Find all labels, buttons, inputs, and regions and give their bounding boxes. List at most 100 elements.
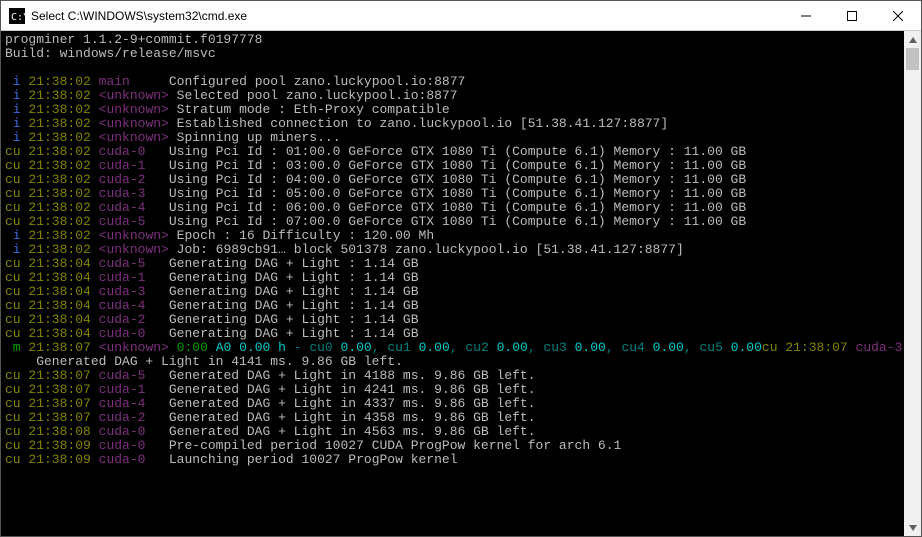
z5: 0.00 <box>731 340 762 355</box>
log-ts: 21:38:07 <box>28 340 90 355</box>
log-msg: Pre-compiled period 10027 CUDA ProgPow k… <box>169 438 621 453</box>
z3: 0.00 <box>575 340 606 355</box>
log-ts: 21:38:02 <box>28 102 90 117</box>
log-ts: 21:38:04 <box>28 270 90 285</box>
hash-h: , cu4 <box>606 340 653 355</box>
hash-f: , cu2 <box>450 340 497 355</box>
log-msg: Using Pci Id : 06:00.0 GeForce GTX 1080 … <box>169 200 746 215</box>
log-tag: <unknown> <box>99 88 169 103</box>
log-level-cu: cu <box>5 368 28 383</box>
log-level-cu: cu <box>5 298 28 313</box>
log-level-i: i <box>5 102 28 117</box>
scroll-up-icon[interactable] <box>904 31 921 48</box>
log-msg: Generating DAG + Light : 1.14 GB <box>169 298 419 313</box>
close-button[interactable] <box>875 1 921 30</box>
log-level-cu: cu <box>5 214 28 229</box>
log-ts: 21:38:02 <box>28 88 90 103</box>
terminal-area: progminer 1.1.2-9+commit.f0197778 Build:… <box>1 31 921 536</box>
log-tag: cuda-4 <box>99 200 146 215</box>
log-tag: cuda-2 <box>99 312 146 327</box>
z2: 0.00 <box>497 340 528 355</box>
log-tag: <unknown> <box>99 116 169 131</box>
log-msg: Selected pool zano.luckypool.io:8877 <box>177 88 458 103</box>
log-level-cu: cu <box>5 284 28 299</box>
log-ts: 21:38:04 <box>28 326 90 341</box>
log-ts: 21:38:02 <box>28 144 90 159</box>
log-ts: 21:38:02 <box>28 228 90 243</box>
log-ts: 21:38:07 <box>28 368 90 383</box>
window-title: Select C:\WINDOWS\system32\cmd.exe <box>31 9 783 23</box>
svg-text:C:\: C:\ <box>11 12 25 23</box>
log-tag: cuda-5 <box>99 214 146 229</box>
hash-a: 0:00 <box>177 340 208 355</box>
log-tag: cuda-0 <box>99 144 146 159</box>
log-level-cu: cu <box>5 312 28 327</box>
window-controls <box>783 1 921 30</box>
log-msg: Launching period 10027 ProgPow kernel <box>169 452 458 467</box>
log-msg: Using Pci Id : 03:00.0 GeForce GTX 1080 … <box>169 158 746 173</box>
log-msg: Generated DAG + Light in 4241 ms. 9.86 G… <box>169 382 536 397</box>
log-ts: 21:38:02 <box>28 74 90 89</box>
log-level-cu: cu <box>5 424 28 439</box>
log-ts: 21:38:08 <box>28 424 90 439</box>
log-ts: 21:38:02 <box>28 242 90 257</box>
maximize-button[interactable] <box>829 1 875 30</box>
log-tag: <unknown> <box>99 130 169 145</box>
terminal-output[interactable]: progminer 1.1.2-9+commit.f0197778 Build:… <box>1 31 904 536</box>
hash-i: , cu5 <box>684 340 731 355</box>
log-tag: cuda-5 <box>99 256 146 271</box>
log-tag: cuda-1 <box>99 270 146 285</box>
log-level-cu: cu <box>5 382 28 397</box>
scroll-down-icon[interactable] <box>904 519 921 536</box>
log-tag: cuda-3 <box>99 186 146 201</box>
log-msg: Generated DAG + Light in 4141 ms. 9.86 G… <box>5 354 403 369</box>
log-ts: 21:38:02 <box>28 172 90 187</box>
log-ts: 21:38:04 <box>28 256 90 271</box>
log-level-cu: cu <box>5 172 28 187</box>
vertical-scrollbar[interactable] <box>904 31 921 536</box>
log-ts: 21:38:04 <box>28 284 90 299</box>
log-tag: cuda-0 <box>99 438 146 453</box>
log-level-cu: cu <box>5 396 28 411</box>
log-ts: 21:38:07 <box>28 410 90 425</box>
log-level-cu: cu <box>5 438 28 453</box>
log-level-m: m <box>5 340 28 355</box>
log-level-cu: cu <box>5 158 28 173</box>
z4: 0.00 <box>653 340 684 355</box>
log-msg: Job: 6989cb91… block 501378 zano.luckypo… <box>177 242 684 257</box>
log-tag: cuda-4 <box>99 298 146 313</box>
log-tag: cuda-0 <box>99 452 146 467</box>
log-level-i: i <box>5 228 28 243</box>
scroll-thumb[interactable] <box>906 48 919 70</box>
log-msg: Using Pci Id : 04:00.0 GeForce GTX 1080 … <box>169 172 746 187</box>
hash-e: , cu1 <box>372 340 419 355</box>
log-ts: 21:38:02 <box>28 116 90 131</box>
log-msg: Generating DAG + Light : 1.14 GB <box>169 284 419 299</box>
log-tag: cuda-2 <box>99 172 146 187</box>
log-level-cu: cu <box>5 270 28 285</box>
log-tag: cuda-3 <box>99 284 146 299</box>
log-msg: Generated DAG + Light in 4337 ms. 9.86 G… <box>169 396 536 411</box>
log-msg: Generating DAG + Light : 1.14 GB <box>169 312 419 327</box>
hash-d: - cu0 <box>286 340 341 355</box>
log-tag: cuda-4 <box>99 396 146 411</box>
log-tag: <unknown> <box>99 242 169 257</box>
z0: 0.00 <box>341 340 372 355</box>
log-msg: Generated DAG + Light in 4563 ms. 9.86 G… <box>169 424 536 439</box>
wrap-cuda: cuda-3 <box>856 340 903 355</box>
log-msg: Generating DAG + Light : 1.14 GB <box>169 270 419 285</box>
titlebar[interactable]: C:\ Select C:\WINDOWS\system32\cmd.exe <box>1 1 921 31</box>
minimize-button[interactable] <box>783 1 829 30</box>
log-ts: 21:38:09 <box>28 452 90 467</box>
log-ts: 21:38:02 <box>28 214 90 229</box>
log-tag: <unknown> <box>99 340 169 355</box>
log-level-i: i <box>5 74 28 89</box>
log-level-i: i <box>5 88 28 103</box>
log-level-cu: cu <box>5 326 28 341</box>
log-msg: Spinning up miners... <box>177 130 341 145</box>
hash-b: A0 <box>216 340 239 355</box>
log-tag: <unknown> <box>99 228 169 243</box>
log-level-cu: cu <box>5 410 28 425</box>
log-msg: Generating DAG + Light : 1.14 GB <box>169 326 419 341</box>
log-tag: cuda-1 <box>99 158 146 173</box>
